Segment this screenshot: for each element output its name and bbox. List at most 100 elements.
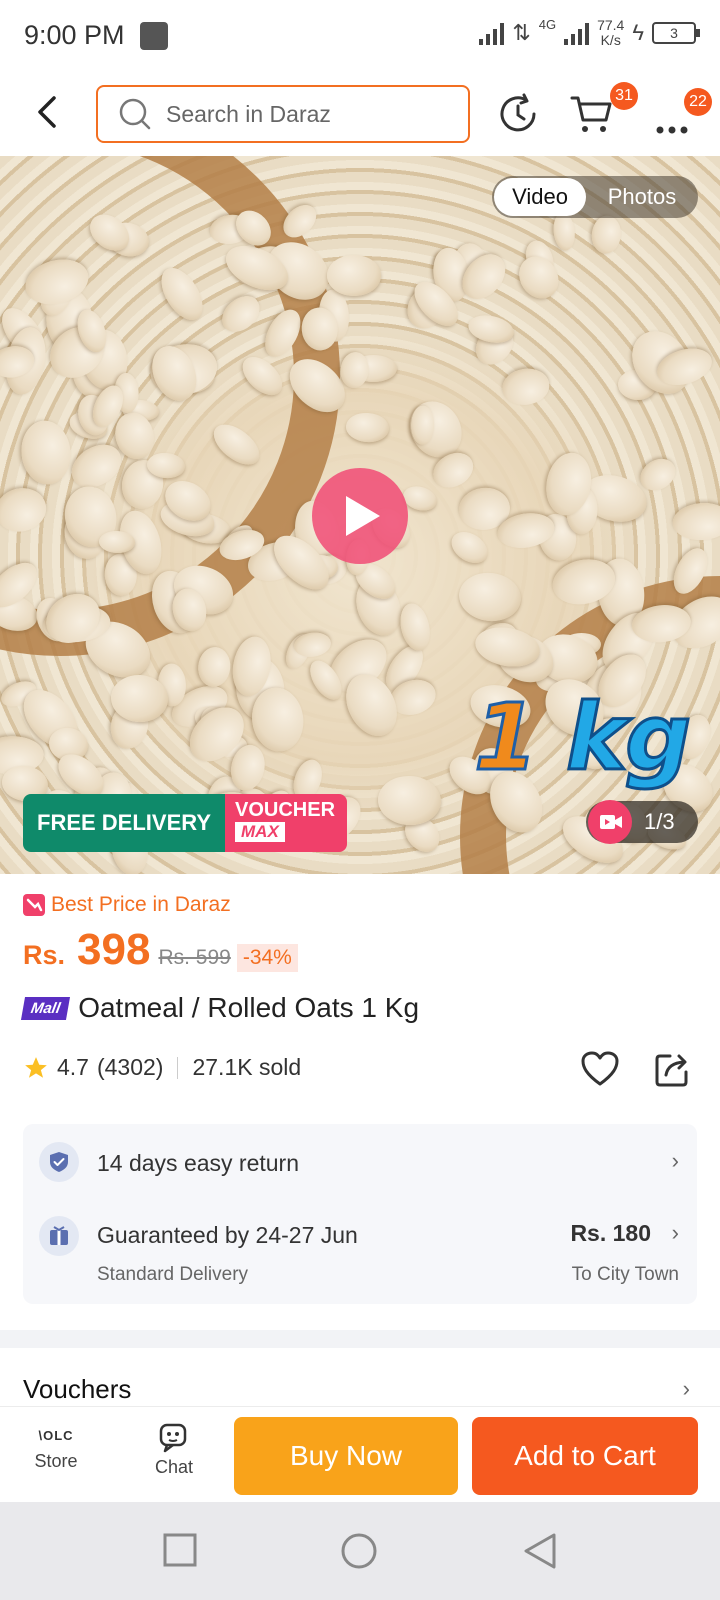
notification-icon: [140, 22, 168, 50]
promo-banner: FREE DELIVERY VOUCHER MAX: [23, 794, 348, 852]
network-speed: 77.4 K/s: [597, 18, 624, 48]
chevron-right-icon[interactable]: ›: [683, 1376, 690, 1402]
recent-apps-icon[interactable]: [162, 1532, 198, 1568]
delivery-fee: Rs. 180: [570, 1220, 651, 1246]
buy-now-button[interactable]: Buy Now: [234, 1417, 458, 1495]
signal-icon-2: [564, 21, 590, 45]
charging-icon: ϟ: [632, 20, 644, 45]
chevron-left-icon: [38, 96, 56, 128]
section-divider: [0, 1330, 720, 1348]
price-currency: Rs.: [23, 940, 66, 970]
media-toggle: Video Photos: [492, 176, 698, 218]
network-speed-value: 77.4: [597, 17, 625, 33]
oat-flake: [396, 600, 435, 654]
back-button[interactable]: [30, 92, 66, 132]
oat-flake: [589, 213, 623, 256]
chevron-right-icon[interactable]: ›: [672, 1148, 679, 1174]
search-placeholder: Search in Daraz: [166, 100, 331, 127]
messages-count-badge: 22: [684, 88, 712, 116]
store-logo: \OLC: [38, 1428, 74, 1443]
max-text: MAX: [235, 822, 285, 842]
star-icon: [25, 1056, 47, 1078]
delivery-guarantee-text[interactable]: Guaranteed by 24-27 Jun: [97, 1222, 358, 1249]
weight-overlay-number: 1: [472, 683, 539, 793]
system-navigation-bar: [0, 1502, 720, 1600]
wishlist-button[interactable]: [580, 1050, 620, 1093]
toggle-photos[interactable]: Photos: [590, 176, 694, 218]
battery-icon: 3: [652, 22, 700, 44]
oat-flake: [344, 411, 390, 444]
current-price: 398: [77, 925, 151, 974]
return-policy-text[interactable]: 14 days easy return: [97, 1150, 299, 1177]
oat-flake: [500, 365, 553, 408]
weight-overlay: 1 kg: [472, 683, 693, 793]
chat-button[interactable]: Chat: [144, 1421, 204, 1478]
search-icon: [119, 98, 151, 130]
delivery-info-card: 14 days easy return › Guaranteed by 24-2…: [23, 1124, 697, 1304]
best-price-tag: Best Price in Daraz: [23, 893, 231, 917]
signal-icon: [479, 21, 505, 45]
free-delivery-label: FREE DELIVERY: [23, 794, 225, 852]
trend-icon: [23, 894, 45, 916]
chat-label: Chat: [154, 1457, 194, 1477]
share-button[interactable]: [654, 1050, 692, 1093]
oat-flake: [456, 569, 525, 625]
share-icon: [655, 1054, 688, 1087]
search-input[interactable]: Search in Daraz: [96, 85, 470, 143]
price-row: Rs. 398 Rs. 599 -34%: [23, 925, 298, 975]
bottom-action-bar: \OLC Store Chat Buy Now Add to Cart: [0, 1406, 720, 1502]
sold-count: 27.1K sold: [192, 1054, 302, 1080]
play-video-button[interactable]: [312, 468, 408, 564]
video-camera-icon: [588, 800, 632, 844]
image-counter-text: 1/3: [644, 809, 675, 834]
rating-row[interactable]: 4.7 (4302) 27.1K sold: [23, 1054, 301, 1081]
oat-flake: [445, 525, 493, 570]
chevron-right-icon[interactable]: ›: [672, 1220, 679, 1246]
data-transfer-icon: ⇅: [512, 20, 531, 45]
status-indicators: ⇅ 4G 77.4 K/s ϟ 3: [479, 17, 700, 48]
chat-bot-icon: [159, 1423, 187, 1453]
product-title-row: Mall Oatmeal / Rolled Oats 1 Kg: [20, 992, 420, 1024]
delivery-location: To City Town: [571, 1264, 679, 1285]
original-price: Rs. 599: [158, 946, 231, 969]
oat-flake: [511, 248, 567, 306]
oat-flake: [196, 645, 233, 689]
add-to-cart-button[interactable]: Add to Cart: [472, 1417, 698, 1495]
top-header: Search in Daraz 31 22: [0, 72, 720, 156]
weight-overlay-unit: kg: [565, 683, 693, 793]
store-label: Store: [34, 1451, 78, 1471]
oat-flake: [326, 255, 381, 296]
heart-icon: [581, 1051, 619, 1086]
discount-badge: -34%: [236, 944, 298, 972]
store-button[interactable]: \OLC Store: [28, 1421, 84, 1472]
refresh-icon: [500, 93, 536, 132]
voucher-text: VOUCHER: [235, 799, 336, 821]
status-time: 9:00 PM: [24, 20, 125, 50]
shield-check-icon: [39, 1142, 79, 1182]
cart-button[interactable]: 31: [568, 82, 638, 138]
product-image-gallery[interactable]: Video Photos 1 kg FREE DELIVERY VOUCHER …: [0, 156, 720, 874]
more-options-button[interactable]: 22: [650, 88, 712, 138]
cart-count-badge: 31: [610, 82, 638, 110]
toggle-video[interactable]: Video: [494, 178, 586, 216]
delivery-type: Standard Delivery: [97, 1264, 249, 1285]
play-icon: [346, 496, 380, 536]
status-bar: 9:00 PM ⇅ 4G 77.4 K/s ϟ 3: [0, 0, 720, 72]
review-count: (4302): [96, 1054, 164, 1080]
network-speed-unit: K/s: [600, 32, 621, 48]
vouchers-heading[interactable]: Vouchers: [23, 1374, 131, 1405]
oat-flake: [376, 774, 442, 827]
product-title: Oatmeal / Rolled Oats 1 Kg: [78, 992, 420, 1023]
image-counter: 1/3: [586, 800, 698, 844]
home-icon[interactable]: [340, 1532, 378, 1570]
cart-icon: [570, 96, 612, 132]
back-nav-icon[interactable]: [522, 1532, 558, 1570]
oat-flake: [671, 501, 720, 543]
history-button[interactable]: [494, 90, 542, 138]
package-icon: [39, 1216, 79, 1256]
divider: [177, 1056, 179, 1079]
voucher-max-label: VOUCHER MAX: [225, 794, 348, 852]
best-price-label: Best Price in Daraz: [51, 893, 231, 916]
network-type-label: 4G: [538, 17, 557, 32]
mall-badge: Mall: [20, 996, 71, 1020]
